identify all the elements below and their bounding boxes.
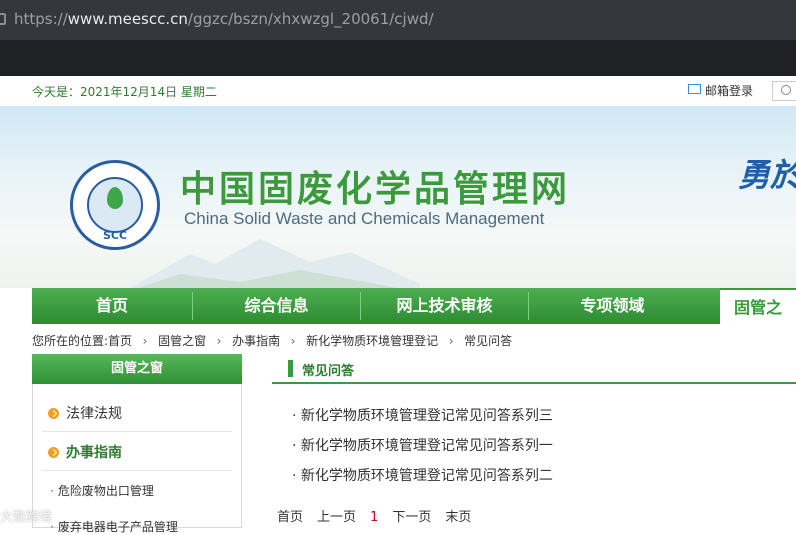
sidebar-item-label: 办事指南 [66,445,122,461]
breadcrumb-home[interactable]: 首页 [108,334,132,348]
pager-current: 1 [370,510,379,525]
breadcrumb-window[interactable]: 固管之窗 [158,334,206,348]
article-link[interactable]: · 新化学物质环境管理登记常见问答系列三 [292,405,553,425]
browser-address-bar[interactable]: https://www.meescc.cn/ggzc/bszn/xhxwzgl_… [0,0,796,40]
watermark: 大数跨境 [0,506,52,525]
site-title-english: China Solid Waste and Chemicals Manageme… [184,209,545,228]
article-title: 新化学物质环境管理登记常见问答系列一 [300,438,553,454]
url-text[interactable]: https://www.meescc.cn/ggzc/bszn/xhxwzgl_… [14,10,434,28]
sidebar-subitem-electronics[interactable]: · 废弃电器电子产品管理 [50,518,178,535]
pager-first[interactable]: 首页 [277,510,303,525]
current-date: 今天是：2021年12月14日 星期二 [32,85,217,99]
article-link[interactable]: · 新化学物质环境管理登记常见问答系列一 [292,435,553,455]
watermark-text: 大数跨境 [0,510,53,525]
browser-dark-strip [0,40,796,76]
sidebar-subitem-label: 废弃电器电子产品管理 [57,520,178,534]
pagination: 首页 上一页 1 下一页 末页 [277,506,485,525]
breadcrumb-prefix: 您所在的位置: [32,334,109,348]
section-header: 常见问答 [272,356,796,384]
drop-icon [107,187,123,209]
pager-last[interactable]: 末页 [445,510,471,525]
sidebar-title: 固管之窗 [32,354,242,384]
breadcrumb: 您所在的位置:首页 › 固管之窗 › 办事指南 › 新化学物质环境管理登记 › 常见问答 [32,332,512,349]
site-logo[interactable]: SCC [70,160,160,250]
search-icon [781,85,791,95]
mail-login-label: 邮箱登录 [705,84,754,98]
main-nav: 首页 综合信息 网上技术审核 专项领域 固管之 [32,288,796,324]
pager-next[interactable]: 下一页 [392,510,431,525]
search-box[interactable] [772,81,796,101]
article-title: 新化学物质环境管理登记常见问答系列二 [300,468,553,484]
sidebar-item-guide[interactable]: 办事指南 [48,442,122,462]
chevron-right-icon: › [216,334,222,348]
site-title: 中国固废化学品管理网 [180,168,571,210]
pager-prev[interactable]: 上一页 [317,510,356,525]
header-banner: SCC 中国固废化学品管理网 China Solid Waste and Che… [0,106,796,288]
nav-special-fields[interactable]: 专项领域 [529,288,696,324]
article-link[interactable]: · 新化学物质环境管理登记常见问答系列二 [292,465,553,485]
sidebar-subitem-label: 危险废物出口管理 [57,484,154,498]
lock-icon [0,13,6,25]
arrow-bullet-icon [48,447,59,458]
mail-login-link[interactable]: 邮箱登录 [688,82,753,99]
sidebar-item-laws[interactable]: 法律法规 [48,403,122,423]
nav-online-review[interactable]: 网上技术审核 [361,288,528,324]
section-title: 常见问答 [302,364,355,379]
sidebar-divider [42,431,232,432]
nav-general-info[interactable]: 综合信息 [193,288,360,324]
sidebar-subitem-hazardous-export[interactable]: · 危险废物出口管理 [50,482,154,499]
nav-home[interactable]: 首页 [32,288,192,324]
breadcrumb-guide[interactable]: 办事指南 [232,334,280,348]
chevron-right-icon: › [290,334,296,348]
envelope-icon [688,84,701,94]
top-info-bar: 今天是：2021年12月14日 星期二 邮箱登录 [0,76,796,106]
breadcrumb-registration[interactable]: 新化学物质环境管理登记 [306,334,438,348]
sidebar-divider [42,470,232,471]
article-title: 新化学物质环境管理登记常见问答系列三 [300,408,553,424]
mountain-graphic [130,239,420,288]
breadcrumb-faq[interactable]: 常见问答 [464,334,512,348]
banner-slogan: 勇於 [738,156,796,194]
section-marker [288,360,293,377]
chevron-right-icon: › [142,334,148,348]
bullet-icon: · [50,484,54,498]
nav-solid-waste-window[interactable]: 固管之 [720,288,796,324]
arrow-bullet-icon [48,408,59,419]
chevron-right-icon: › [448,334,454,348]
logo-text: SCC [102,229,128,242]
sidebar-item-label: 法律法规 [66,406,122,422]
